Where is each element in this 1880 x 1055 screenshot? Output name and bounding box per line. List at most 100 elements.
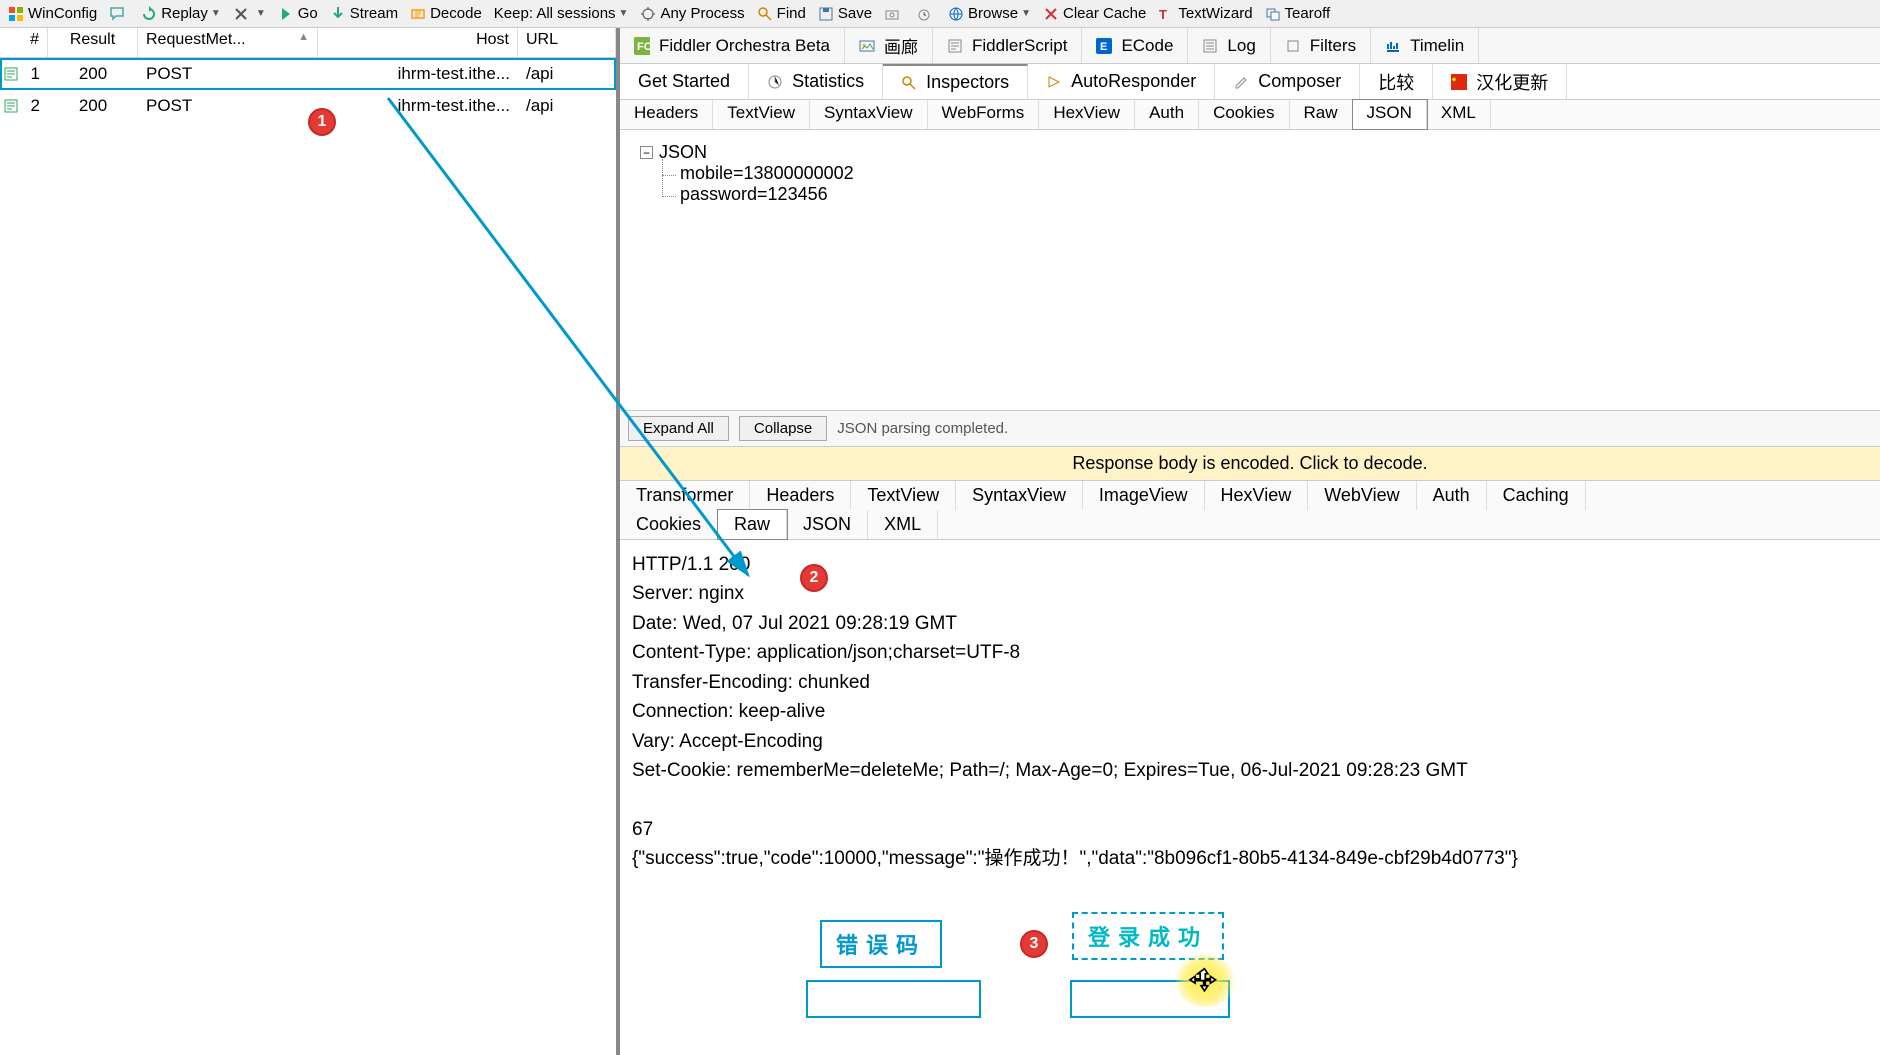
reqtab-cookies[interactable]: Cookies [1199,100,1289,129]
resptab-auth[interactable]: Auth [1417,481,1487,510]
tab-orchestra[interactable]: FO Fiddler Orchestra Beta [620,28,845,63]
resptab-webview[interactable]: WebView [1308,481,1416,510]
textwizard-button[interactable]: T TextWizard [1152,1,1258,27]
right-tab-row1: FO Fiddler Orchestra Beta 画廊 FiddlerScri… [620,28,1880,64]
tab-autoresponder[interactable]: AutoResponder [1028,64,1215,99]
col-host[interactable]: Host [318,28,518,57]
sessions-pane: # Result RequestMet... ▲ Host URL 1 200 … [0,28,620,1055]
tearoff-icon [1265,6,1281,22]
autoresp-icon [1046,74,1062,90]
save-icon [818,6,834,22]
winconfig-button[interactable]: WinConfig [2,1,103,27]
reqtab-json[interactable]: JSON [1353,100,1427,129]
tab-composer[interactable]: Composer [1215,64,1360,99]
session-url: /api [518,61,616,87]
col-url[interactable]: URL [518,28,616,57]
resptab-syntaxview[interactable]: SyntaxView [956,481,1083,510]
decode-button[interactable]: Decode [404,1,488,27]
target-icon [640,6,656,22]
comment-button[interactable] [103,1,135,27]
tab-inspectors[interactable]: Inspectors [883,64,1028,99]
resptab-imageview[interactable]: ImageView [1083,481,1205,510]
tab-log[interactable]: Log [1188,28,1270,63]
request-json-tree[interactable]: − JSON mobile=13800000002 password=12345… [620,130,1880,410]
session-host: ihrm-test.ithe... [318,93,518,119]
annotation-badge-3: 3 [1020,930,1048,958]
replay-button[interactable]: Replay▼ [135,1,227,27]
find-button[interactable]: Find [751,1,812,27]
resptab-transformer[interactable]: Transformer [620,481,750,510]
resptab-raw[interactable]: Raw [718,510,787,539]
resptab-caching[interactable]: Caching [1487,481,1586,510]
screenshot-button[interactable] [878,1,910,27]
col-method[interactable]: RequestMet... ▲ [138,28,318,57]
camera-icon [884,6,900,22]
go-button[interactable]: Go [272,1,324,27]
tab-timeline[interactable]: Timelin [1371,28,1479,63]
resptab-headers[interactable]: Headers [750,481,851,510]
keep-button[interactable]: Keep: All sessions▼ [488,1,635,27]
tab-statistics[interactable]: Statistics [749,64,883,99]
reqtab-auth[interactable]: Auth [1135,100,1199,129]
reqtab-webforms[interactable]: WebForms [928,100,1040,129]
stream-icon [330,6,346,22]
gallery-icon [859,38,875,54]
collapse-icon[interactable]: − [640,146,653,159]
session-result: 200 [48,93,138,119]
expand-all-button[interactable]: Expand All [628,416,729,441]
dropdown-icon: ▼ [211,8,221,19]
reqtab-hexview[interactable]: HexView [1039,100,1135,129]
timer-button[interactable] [910,1,942,27]
session-row[interactable]: 1 200 POST ihrm-test.ithe... /api [0,58,616,90]
reqtab-syntaxview[interactable]: SyntaxView [810,100,928,129]
svg-text:FO: FO [637,41,650,53]
collapse-button[interactable]: Collapse [739,416,827,441]
orchestra-icon: FO [634,38,650,54]
decode-bar[interactable]: Response body is encoded. Click to decod… [620,446,1880,481]
tab-ecode[interactable]: E ECode [1082,28,1188,63]
tab-gallery[interactable]: 画廊 [845,28,933,63]
resptab-hexview[interactable]: HexView [1205,481,1309,510]
reqtab-xml[interactable]: XML [1427,100,1491,129]
remove-button[interactable]: ▼ [227,1,272,27]
dropdown-icon: ▼ [1021,8,1031,19]
go-label: Go [298,5,318,22]
request-tabbar: Headers TextView SyntaxView WebForms Hex… [620,100,1880,130]
reqtab-raw[interactable]: Raw [1290,100,1353,129]
save-button[interactable]: Save [812,1,878,27]
col-num[interactable]: # [0,28,48,57]
annotation-badge-2: 2 [800,564,828,592]
tab-filters[interactable]: Filters [1271,28,1371,63]
clearcache-button[interactable]: Clear Cache [1037,1,1152,27]
raw-response-body[interactable]: HTTP/1.1 200 Server: nginx Date: Wed, 07… [620,540,1880,1055]
session-method: POST [138,61,318,87]
comment-icon [109,6,125,22]
session-host: ihrm-test.ithe... [318,61,518,87]
resptab-textview[interactable]: TextView [851,481,956,510]
col-result[interactable]: Result [48,28,138,57]
session-method: POST [138,93,318,119]
reqtab-headers[interactable]: Headers [620,100,713,129]
tearoff-button[interactable]: Tearoff [1259,1,1337,27]
keep-label: Keep: All sessions [494,5,616,22]
resptab-json[interactable]: JSON [787,510,868,539]
inspect-icon [901,75,917,91]
tab-l10n[interactable]: 汉化更新 [1433,64,1567,99]
tab-compare[interactable]: 比较 [1360,64,1433,99]
script-icon [947,38,963,54]
json-leaf[interactable]: mobile=13800000002 [680,163,1860,184]
resptab-cookies[interactable]: Cookies [620,510,718,539]
stream-button[interactable]: Stream [324,1,404,27]
tab-getstarted[interactable]: Get Started [620,64,749,99]
decode-icon [410,6,426,22]
browse-button[interactable]: Browse▼ [942,1,1037,27]
reqtab-textview[interactable]: TextView [713,100,810,129]
replay-icon [141,6,157,22]
remove-icon [233,6,249,22]
session-num: 1 [22,61,48,87]
tab-fiddlerscript[interactable]: FiddlerScript [933,28,1082,63]
svg-text:E: E [1100,41,1107,53]
anyprocess-button[interactable]: Any Process [634,1,750,27]
resptab-xml[interactable]: XML [868,510,938,539]
json-leaf[interactable]: password=123456 [680,184,1860,205]
